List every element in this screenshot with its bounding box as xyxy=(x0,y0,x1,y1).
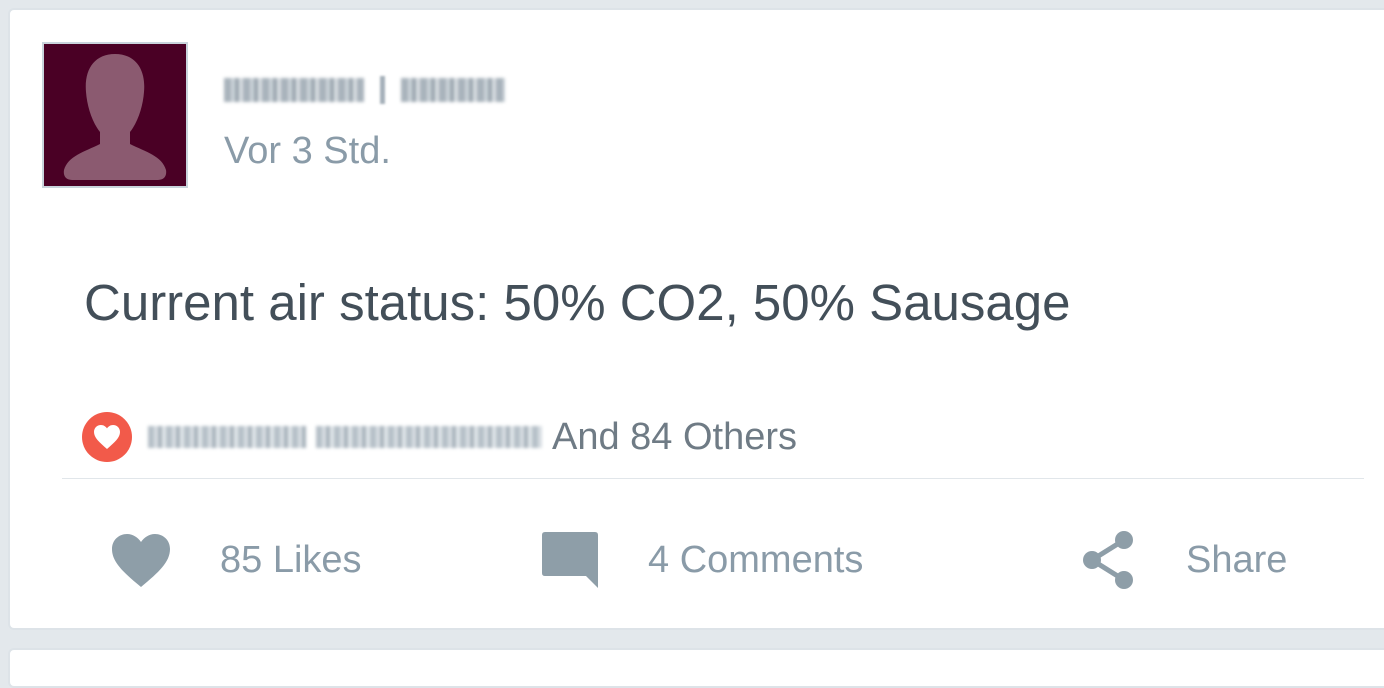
redacted-name-part xyxy=(224,78,364,102)
share-label: Share xyxy=(1186,538,1288,581)
speech-bubble-icon xyxy=(540,530,602,590)
heart-icon xyxy=(82,412,132,462)
share-button[interactable]: Share xyxy=(1080,522,1287,598)
post-timestamp: Vor 3 Std. xyxy=(224,130,391,172)
avatar[interactable] xyxy=(42,42,188,188)
divider xyxy=(62,478,1364,479)
likers-summary[interactable]: And 84 Others xyxy=(82,412,797,462)
post-body: Current air status: 50% CO2, 50% Sausage xyxy=(84,274,1071,331)
like-button[interactable]: 85 Likes xyxy=(110,522,362,598)
next-post-card xyxy=(8,648,1384,688)
redacted-separator xyxy=(380,76,385,104)
redacted-liker-name xyxy=(316,426,542,448)
like-count-label: 85 Likes xyxy=(220,538,362,581)
share-icon xyxy=(1080,530,1140,590)
likers-others-text: And 84 Others xyxy=(552,415,798,458)
profile-silhouette-icon xyxy=(63,54,167,180)
post-card: Vor 3 Std. Current air status: 50% CO2, … xyxy=(8,8,1384,630)
comment-count-label: 4 Comments xyxy=(648,538,864,581)
author-name-redacted[interactable] xyxy=(224,72,505,108)
redacted-liker-name xyxy=(148,426,306,448)
redacted-name-part xyxy=(401,78,505,102)
heart-icon xyxy=(110,532,174,588)
comment-button[interactable]: 4 Comments xyxy=(540,522,863,598)
